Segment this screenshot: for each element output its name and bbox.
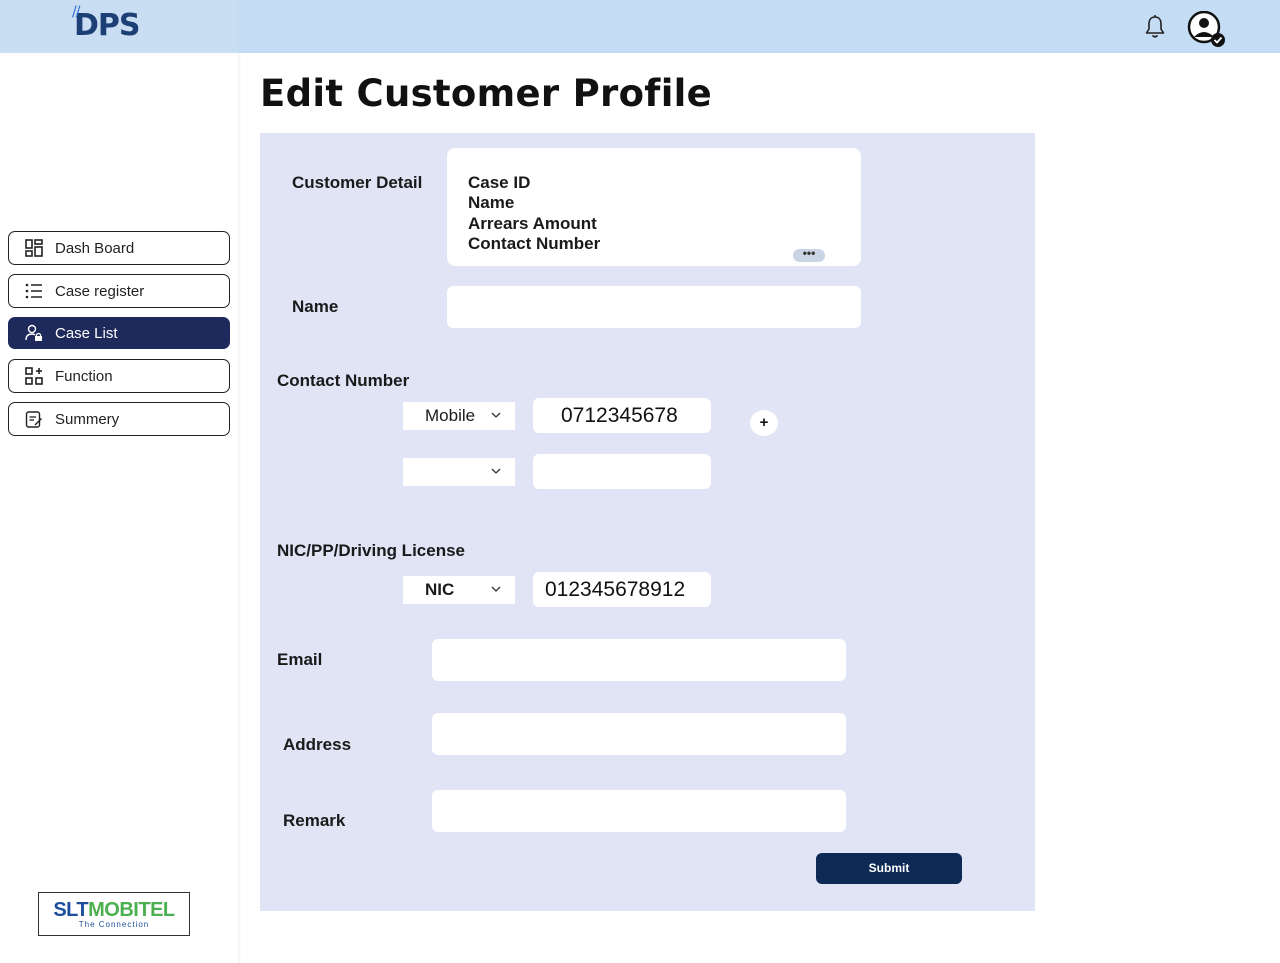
detail-arrears-amount: Arrears Amount (468, 214, 597, 233)
sidebar-item-label: Case register (55, 282, 145, 300)
contact-number-input-2[interactable] (533, 454, 711, 489)
more-options-button[interactable]: ••• (793, 247, 825, 262)
name-label: Name (292, 297, 339, 316)
submit-button[interactable]: Submit (816, 853, 962, 884)
contact-type-select-2[interactable] (403, 458, 515, 486)
contact-type-select[interactable]: Mobile (403, 402, 515, 430)
chevron-down-icon (491, 586, 501, 592)
user-lock-icon (25, 324, 42, 341)
customer-detail-label: Customer Detail (292, 173, 423, 192)
sidebar-item-label: Function (55, 367, 113, 385)
chevron-down-icon (491, 412, 501, 418)
add-contact-button[interactable]: + (750, 410, 778, 436)
sidebar-item-summery[interactable]: Summery (8, 402, 230, 436)
user-check-icon[interactable] (1186, 11, 1228, 49)
detail-contact-number: Contact Number (468, 234, 601, 253)
remark-input[interactable] (432, 790, 846, 832)
remark-label: Remark (283, 811, 346, 830)
logo-accent: // (72, 4, 81, 20)
page-title: Edit Customer Profile (260, 72, 713, 115)
address-label: Address (283, 735, 352, 754)
sidebar-divider (238, 53, 241, 963)
sidebar-item-function[interactable]: Function (8, 359, 230, 393)
add-grid-icon (25, 367, 43, 385)
bell-icon[interactable] (1143, 14, 1167, 40)
email-label: Email (277, 650, 323, 669)
id-type-select[interactable]: NIC (403, 576, 515, 604)
dashboard-icon (25, 239, 43, 257)
address-input[interactable] (432, 713, 846, 755)
email-input[interactable] (432, 639, 846, 681)
sidebar-item-label: Dash Board (55, 239, 135, 257)
brand-mobitel: MOBITEL (88, 899, 175, 921)
detail-name: Name (468, 193, 515, 212)
id-document-label: NIC/PP/Driving License (277, 541, 465, 560)
contact-type-value: Mobile (425, 406, 476, 425)
sidebar-item-dashboard[interactable]: Dash Board (8, 231, 230, 265)
id-number-input[interactable]: 012345678912 (533, 572, 711, 607)
logo-text: DPS (74, 8, 140, 43)
customer-detail-box: Case ID Name Arrears Amount Contact Numb… (447, 148, 861, 266)
sidebar-item-case-list[interactable]: Case List (8, 317, 230, 349)
contact-number-label: Contact Number (277, 371, 410, 390)
sidebar-item-label: Summery (55, 410, 120, 428)
sltmobitel-logo: SLTMOBITEL The Connection (38, 892, 190, 936)
sidebar-item-label: Case List (55, 324, 118, 342)
logo-area: // DPS (0, 0, 238, 53)
chevron-down-icon (491, 468, 501, 474)
name-input[interactable] (447, 286, 861, 328)
brand-slt: SLT (53, 899, 89, 921)
contact-number-input[interactable]: 0712345678 (533, 398, 711, 433)
id-type-value: NIC (425, 580, 455, 599)
sidebar-item-case-register[interactable]: Case register (8, 274, 230, 308)
detail-case-id: Case ID (468, 173, 531, 192)
edit-note-icon (25, 411, 42, 428)
dps-logo[interactable]: // DPS (72, 4, 140, 43)
list-icon (25, 283, 42, 299)
